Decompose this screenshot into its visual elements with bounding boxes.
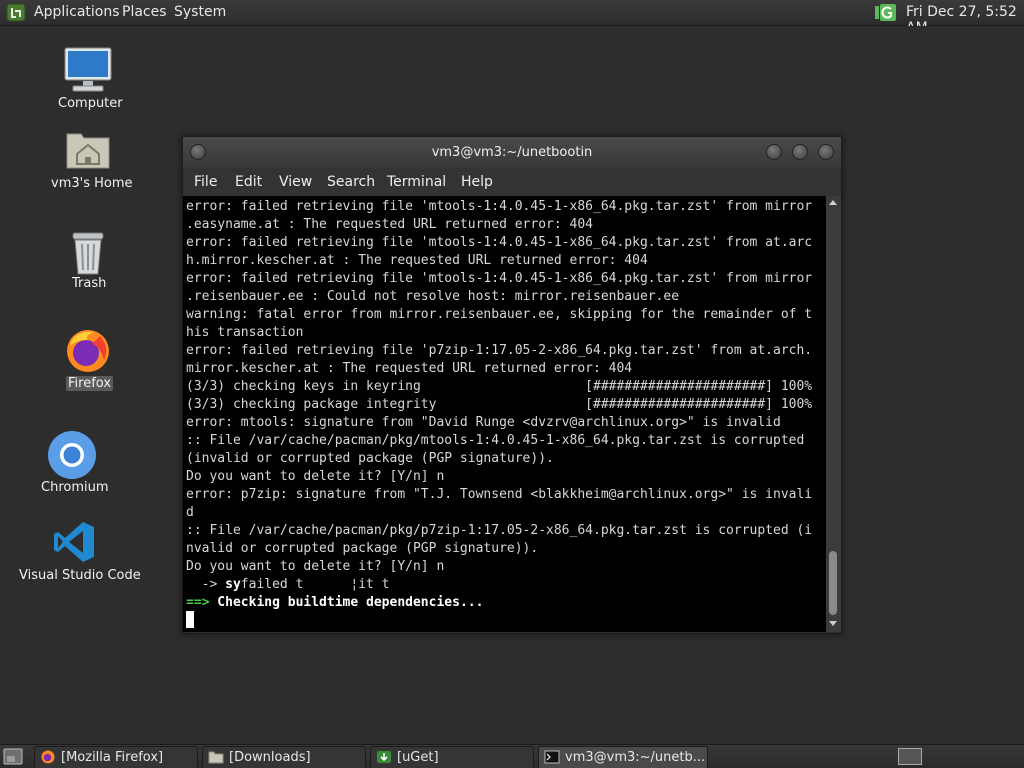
status-arrow: ==> (186, 595, 210, 610)
taskbar-item-terminal[interactable]: vm3@vm3:~/unetb... (538, 746, 708, 768)
scroll-down-icon[interactable] (829, 621, 837, 626)
menu-view[interactable]: View (279, 174, 312, 190)
desktop-icon-label: Visual Studio Code (19, 568, 141, 583)
terminal-line: (invalid or corrupted package (PGP signa… (186, 451, 554, 466)
vscode-icon (54, 522, 94, 562)
status-text: Checking buildtime dependencies... (209, 595, 484, 610)
terminal-line: mirror.kescher.at : The requested URL re… (186, 361, 633, 376)
mate-menu-icon[interactable] (6, 3, 26, 22)
taskbar-item-label: [uGet] (397, 750, 439, 765)
desktop-icon-label: Chromium (41, 480, 109, 495)
scroll-up-icon[interactable] (829, 200, 837, 205)
top-panel: Applications Places System Fri Dec 27, 5… (0, 0, 1024, 36)
desktop-icon-label: Trash (72, 276, 107, 291)
terminal-titlebar[interactable]: vm3@vm3:~/unetbootin (183, 137, 841, 168)
desktop-icon-label: Computer (58, 96, 123, 111)
partial-prefix: -> (186, 577, 226, 592)
menu-terminal[interactable]: Terminal (387, 174, 446, 190)
terminal-scrollbar[interactable] (826, 196, 841, 632)
terminal-output[interactable]: error: failed retrieving file 'mtools-1:… (183, 196, 826, 632)
taskbar-item-label: [Mozilla Firefox] (61, 750, 164, 765)
terminal-line: .reisenbauer.ee : Could not resolve host… (186, 289, 680, 304)
places-menu[interactable]: Places (122, 4, 167, 20)
folder-icon (208, 751, 224, 764)
terminal-cursor (186, 611, 194, 628)
terminal-line: error: failed retrieving file 'mtools-1:… (186, 199, 813, 214)
firefox-icon (67, 330, 109, 372)
home-folder-icon (66, 133, 110, 169)
computer-icon (64, 47, 112, 92)
menu-edit[interactable]: Edit (235, 174, 262, 190)
terminal-line: error: mtools: signature from "David Run… (186, 415, 781, 430)
terminal-line: his transaction (186, 325, 304, 340)
terminal-line: .easyname.at : The requested URL returne… (186, 217, 593, 232)
terminal-line: :: File /var/cache/pacman/pkg/mtools-1:4… (186, 433, 805, 448)
minimize-icon[interactable] (766, 144, 782, 160)
terminal-icon (544, 750, 560, 764)
system-menu[interactable]: System (174, 4, 226, 20)
terminal-line: nvalid or corrupted package (PGP signatu… (186, 541, 539, 556)
update-notifier-icon[interactable] (875, 3, 897, 22)
terminal-line: h.mirror.kescher.at : The requested URL … (186, 253, 648, 268)
partial-rest: failed t ¦it t (240, 577, 390, 592)
close-icon[interactable] (818, 144, 834, 160)
terminal-line: error: failed retrieving file 'p7zip-1:1… (186, 343, 813, 358)
terminal-window[interactable]: vm3@vm3:~/unetbootin File Edit View Sear… (182, 136, 842, 634)
terminal-line: Do you want to delete it? [Y/n] n (186, 559, 445, 574)
taskbar-item-downloads[interactable]: [Downloads] (202, 746, 366, 768)
terminal-line: (3/3) checking keys in keyring [########… (186, 379, 813, 394)
taskbar-item-uget[interactable]: [uGet] (370, 746, 534, 768)
workspace-switcher-icon[interactable] (898, 748, 922, 765)
menu-file[interactable]: File (194, 174, 217, 190)
partial-bold: sy (225, 577, 241, 592)
taskbar-item-label: [Downloads] (229, 750, 311, 765)
menu-help[interactable]: Help (461, 174, 493, 190)
terminal-line: d (186, 505, 194, 520)
terminal-line: error: failed retrieving file 'mtools-1:… (186, 235, 813, 250)
terminal-line: :: File /var/cache/pacman/pkg/p7zip-1:17… (186, 523, 813, 538)
scroll-thumb[interactable] (829, 551, 837, 615)
terminal-line-status: ==> Checking buildtime dependencies... (186, 594, 483, 612)
menu-search[interactable]: Search (327, 174, 375, 190)
desktop-icon-label: vm3's Home (51, 176, 133, 191)
maximize-icon[interactable] (792, 144, 808, 160)
firefox-icon (41, 750, 55, 764)
show-desktop-icon[interactable] (3, 748, 23, 765)
trash-icon (72, 232, 104, 275)
desktop-icon-label: Firefox (66, 376, 114, 391)
window-title: vm3@vm3:~/unetbootin (431, 145, 593, 160)
applications-menu[interactable]: Applications (34, 4, 120, 20)
bottom-panel: [Mozilla Firefox] [Downloads] [uGet] vm3… (0, 744, 1024, 768)
terminal-line-partial: -> syfailed t ¦it t (186, 576, 390, 594)
terminal-line: Do you want to delete it? [Y/n] n (186, 469, 445, 484)
terminal-line: warning: fatal error from mirror.reisenb… (186, 307, 813, 322)
uget-icon (377, 751, 391, 763)
terminal-line: (3/3) checking package integrity [######… (186, 397, 813, 412)
terminal-line: error: p7zip: signature from "T.J. Towns… (186, 487, 813, 502)
taskbar-item-label: vm3@vm3:~/unetb... (565, 750, 706, 765)
desktop: Computer vm3's Home Trash Firefox Chromi… (0, 26, 1024, 744)
terminal-menubar: File Edit View Search Terminal Help (183, 168, 841, 196)
taskbar-item-firefox[interactable]: [Mozilla Firefox] (34, 746, 198, 768)
chromium-icon (48, 431, 96, 479)
terminal-line: error: failed retrieving file 'mtools-1:… (186, 271, 813, 286)
